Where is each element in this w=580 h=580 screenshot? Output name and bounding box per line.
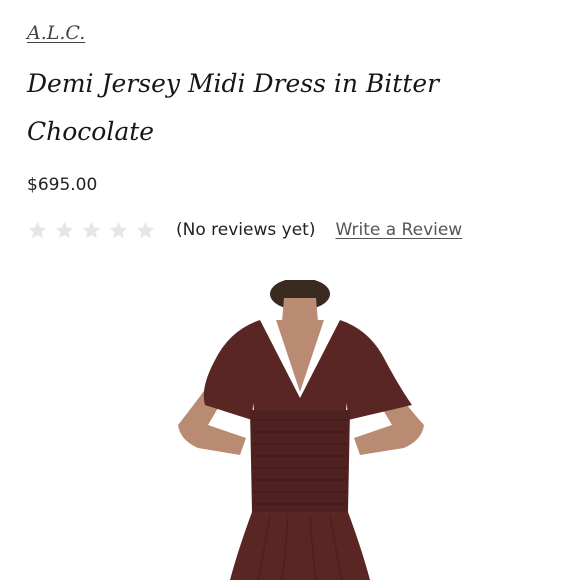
- star-icon: [108, 220, 129, 241]
- product-image[interactable]: [160, 280, 440, 580]
- dress-photo: [178, 280, 424, 580]
- star-icon: [54, 220, 75, 241]
- star-icon: [81, 220, 102, 241]
- star-icon: [135, 220, 156, 241]
- brand-link[interactable]: A.L.C.: [27, 22, 85, 44]
- star-icon: [27, 220, 48, 241]
- write-review-link[interactable]: Write a Review: [335, 220, 462, 240]
- product-price: $695.00: [27, 175, 98, 195]
- product-title: Demi Jersey Midi Dress in Bitter Chocola…: [27, 69, 440, 146]
- rating-row: (No reviews yet) Write a Review: [27, 216, 462, 244]
- star-rating: [27, 220, 156, 241]
- review-count-text: (No reviews yet): [176, 220, 316, 240]
